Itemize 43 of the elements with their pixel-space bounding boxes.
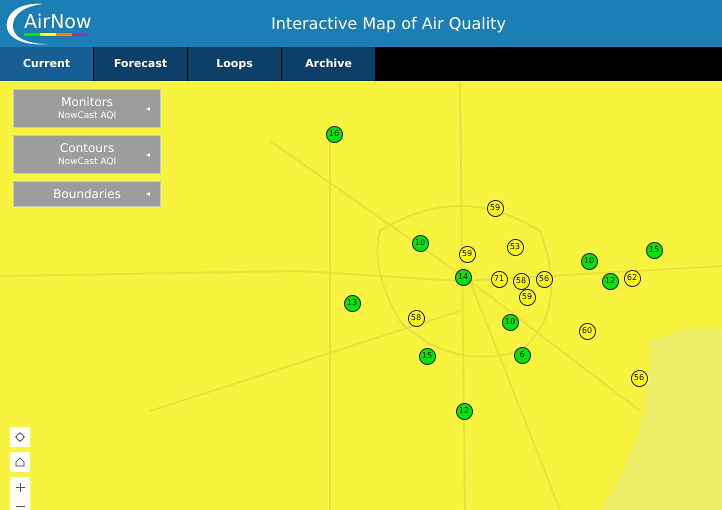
monitor-marker[interactable]: 15 bbox=[418, 348, 436, 364]
layer-title: Contours bbox=[60, 141, 114, 156]
caret-icon bbox=[146, 192, 150, 196]
nav-tab[interactable]: Forecast bbox=[94, 47, 187, 81]
home-button[interactable] bbox=[10, 452, 30, 472]
monitor-marker[interactable]: 13 bbox=[344, 294, 360, 312]
caret-icon bbox=[146, 106, 150, 110]
air-quality-map[interactable]: Monitors NowCast AQI Contours NowCast AQI Boundaries 16 59 10 59 53 10 15 14 71 58 56 12 62 59 13 58 10 60 15 6 56 12 bbox=[0, 81, 722, 510]
monitor-marker[interactable]: 71 bbox=[490, 270, 508, 288]
nav-tab[interactable]: Current bbox=[0, 47, 93, 81]
locate-button[interactable] bbox=[10, 427, 30, 447]
monitor-marker[interactable]: 16 bbox=[326, 126, 342, 142]
nav-tab[interactable]: Loops bbox=[188, 47, 281, 81]
color-stripe-icon bbox=[24, 33, 88, 36]
monitor-marker[interactable]: 62 bbox=[624, 270, 640, 286]
monitor-marker[interactable]: 60 bbox=[578, 322, 596, 340]
monitor-marker[interactable]: 58 bbox=[512, 272, 530, 290]
crosshair-icon bbox=[15, 432, 25, 442]
monitor-marker[interactable]: 12 bbox=[602, 272, 618, 290]
monitor-marker[interactable]: 58 bbox=[408, 310, 424, 326]
monitor-marker[interactable]: 10 bbox=[412, 234, 428, 252]
monitor-marker[interactable]: 6 bbox=[514, 346, 530, 364]
monitor-marker[interactable]: 56 bbox=[630, 370, 648, 386]
monitor-marker[interactable]: 14 bbox=[454, 268, 472, 286]
layer-subtitle: NowCast AQI bbox=[58, 156, 116, 168]
monitor-marker[interactable]: 15 bbox=[646, 242, 662, 258]
nav-tab[interactable]: Archive bbox=[282, 47, 375, 81]
monitor-marker[interactable]: 10 bbox=[580, 252, 598, 270]
monitor-marker[interactable]: 12 bbox=[456, 402, 472, 420]
layer-title: Boundaries bbox=[53, 186, 121, 202]
monitor-marker[interactable]: 59 bbox=[518, 288, 536, 306]
monitor-marker[interactable]: 59 bbox=[486, 200, 504, 216]
monitor-marker[interactable]: 10 bbox=[502, 314, 518, 330]
layer-subtitle: NowCast AQI bbox=[58, 110, 116, 122]
caret-icon bbox=[146, 152, 150, 156]
home-icon bbox=[15, 457, 25, 467]
monitor-marker[interactable]: 56 bbox=[536, 270, 552, 288]
monitor-marker[interactable]: 59 bbox=[458, 246, 476, 262]
logo-text[interactable]: AirNow bbox=[24, 11, 92, 33]
layer-title: Monitors bbox=[61, 95, 113, 110]
page-title: Interactive Map of Air Quality bbox=[271, 12, 506, 34]
plus-icon bbox=[16, 482, 24, 492]
monitor-marker[interactable]: 53 bbox=[506, 238, 524, 256]
